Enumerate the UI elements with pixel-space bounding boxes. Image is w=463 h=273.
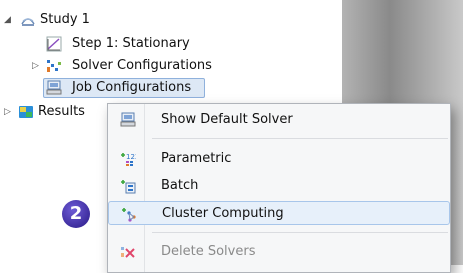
results-icon [19, 106, 33, 118]
menu-item-batch[interactable]: Batch [108, 174, 450, 198]
study-icon [21, 18, 35, 26]
tree-item-label: Solver Configurations [72, 58, 212, 73]
menu-item-show-default-solver[interactable]: Show Default Solver [108, 108, 450, 132]
svg-text:123: 123 [126, 153, 136, 161]
menu-item-label: Cluster Computing [162, 206, 284, 221]
menu-item-label: Show Default Solver [161, 112, 293, 127]
expand-arrow-icon[interactable]: ▷ [32, 56, 44, 76]
menu-item-label: Delete Solvers [161, 244, 256, 259]
menu-separator [152, 138, 448, 139]
cluster-computing-icon [122, 208, 136, 222]
expand-arrow-icon[interactable]: ▷ [4, 102, 16, 122]
menu-item-label: Batch [161, 178, 199, 193]
show-default-solver-icon [120, 112, 136, 127]
collapse-arrow-icon[interactable]: ◢ [4, 10, 16, 30]
context-menu: Show Default Solver 123 Parametric Batch [107, 103, 451, 273]
stationary-step-icon [46, 36, 62, 52]
tree-item-label: Results [38, 104, 85, 119]
step-number-badge: 2 [62, 200, 90, 228]
menu-item-parametric[interactable]: 123 Parametric [108, 147, 450, 171]
menu-item-delete-solvers[interactable]: Delete Solvers [108, 240, 450, 264]
tree-item-label: Job Configurations [72, 80, 192, 95]
solver-configurations-icon [47, 60, 61, 72]
delete-solvers-icon [121, 247, 135, 258]
menu-item-cluster-computing[interactable]: Cluster Computing [108, 201, 450, 225]
tree-item-label: Study 1 [40, 12, 90, 27]
batch-icon [121, 180, 136, 194]
job-configurations-icon [46, 80, 62, 95]
parametric-icon: 123 [121, 153, 136, 166]
menu-item-label: Parametric [161, 151, 232, 166]
menu-separator [152, 232, 448, 233]
tree-item-label: Step 1: Stationary [72, 36, 190, 51]
